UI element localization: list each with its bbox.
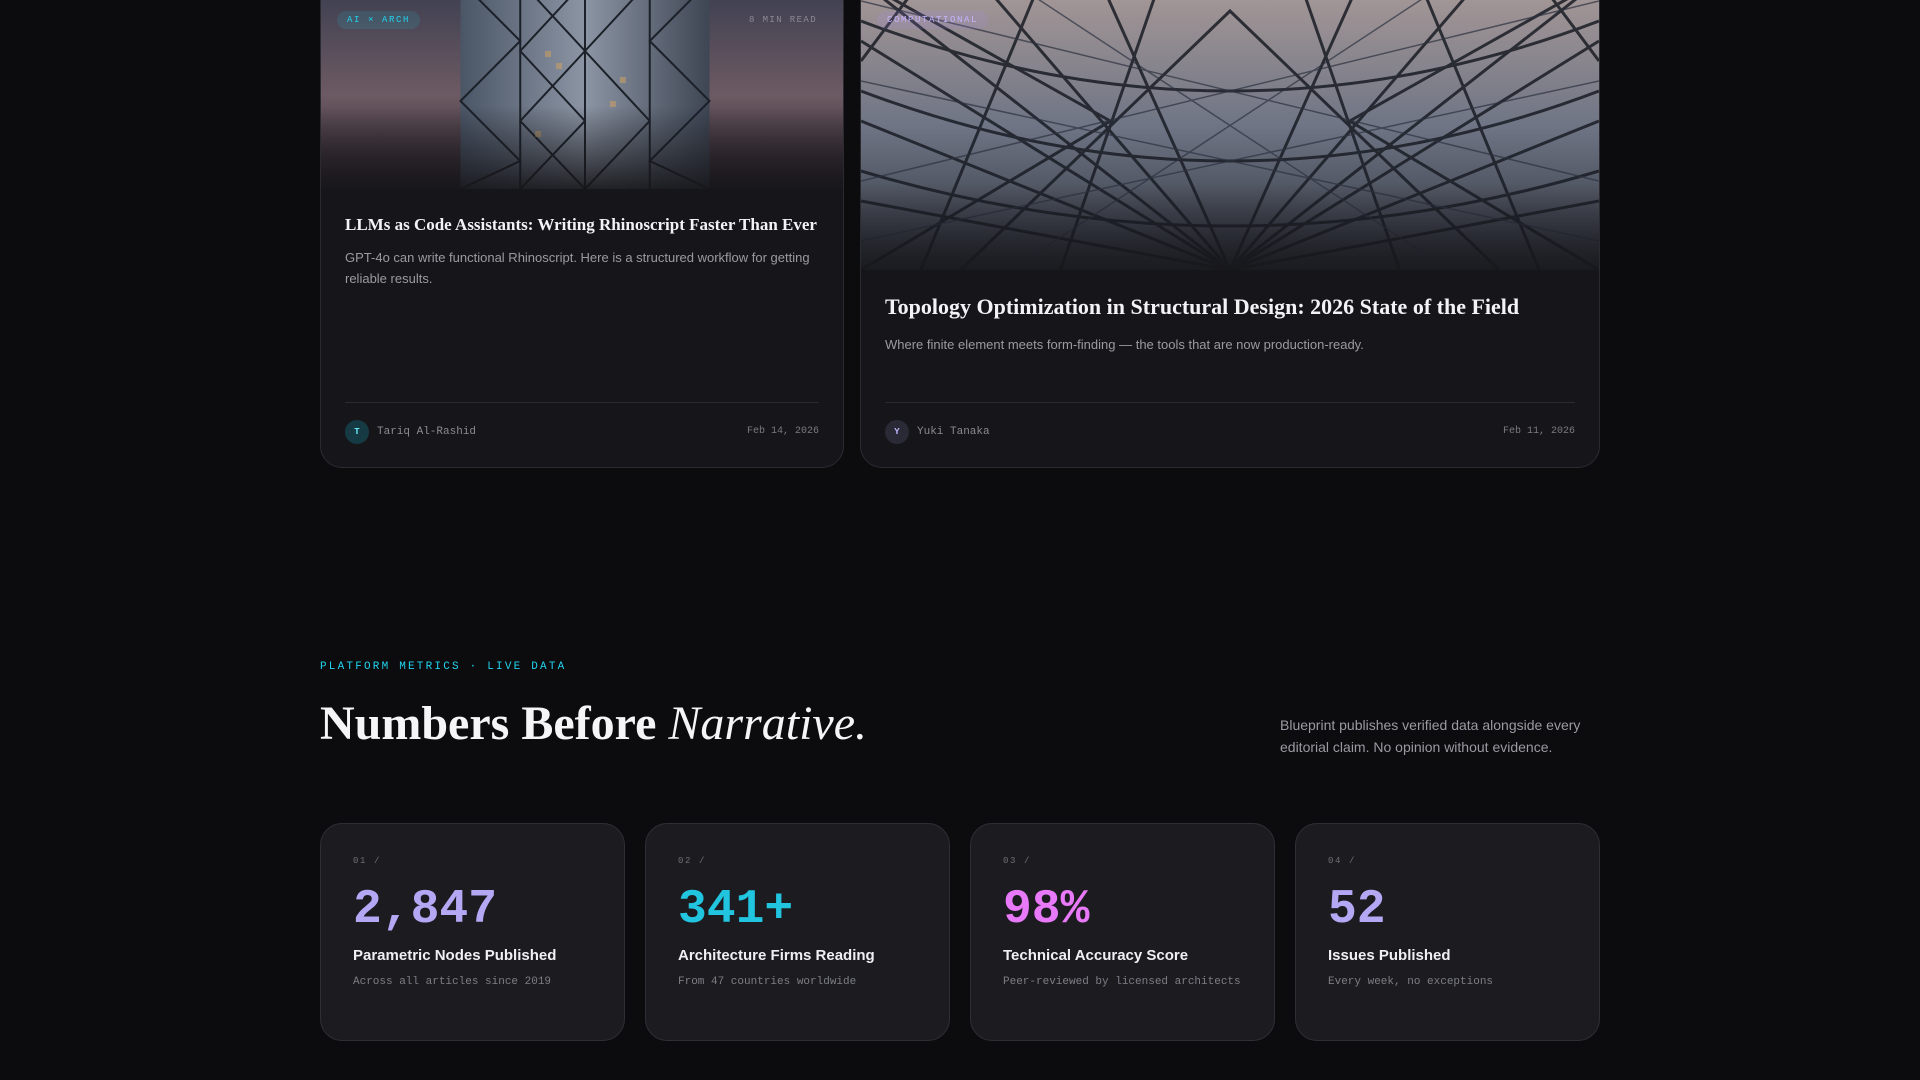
metric-card: 02 / 341+ Architecture Firms Reading Fro… xyxy=(645,823,950,1041)
section-description: Blueprint publishes verified data alongs… xyxy=(1280,717,1581,755)
author-info: T Tariq Al-Rashid xyxy=(345,420,476,444)
author-name: Yuki Tanaka xyxy=(917,426,990,438)
article-cards-row: AI × ARCH 8 MIN READ LLMs as Code Assist… xyxy=(320,0,1600,468)
article-description: Where finite element meets form-finding … xyxy=(885,337,1364,352)
metric-subtext: Every week, no exceptions xyxy=(1328,976,1494,988)
metric-label: Technical Accuracy Score xyxy=(1003,947,1189,964)
metric-card: 01 / 2,847 Parametric Nodes Published Ac… xyxy=(320,823,625,1041)
author-info: Y Yuki Tanaka xyxy=(885,420,990,444)
metric-label: Architecture Firms Reading xyxy=(678,947,875,964)
article-description: GPT-4o can write functional Rhinoscript.… xyxy=(345,250,810,286)
publish-date: Feb 11, 2026 xyxy=(1502,426,1575,437)
section-title-plain: Numbers Before xyxy=(320,697,669,750)
metric-index: 03 / xyxy=(1003,856,1032,866)
section-title: Numbers Before Narrative. xyxy=(320,696,867,751)
category-tag[interactable]: AI × ARCH xyxy=(337,11,421,29)
category-tag[interactable]: COMPUTATIONAL xyxy=(877,11,989,29)
read-time: 8 MIN READ xyxy=(748,15,817,25)
card-divider xyxy=(885,402,1575,403)
metric-index: 04 / xyxy=(1328,856,1357,866)
article-card[interactable]: COMPUTATIONAL Topology Optimization in S… xyxy=(860,0,1600,468)
card-divider xyxy=(345,402,819,403)
avatar: T xyxy=(345,420,369,444)
section-title-italic: Narrative. xyxy=(668,697,868,750)
metric-index: 02 / xyxy=(678,856,707,866)
article-title[interactable]: LLMs as Code Assistants: Writing Rhinosc… xyxy=(345,215,825,235)
metric-label: Parametric Nodes Published xyxy=(353,947,557,964)
metric-card: 04 / 52 Issues Published Every week, no … xyxy=(1295,823,1600,1041)
metric-value: 98% xyxy=(1003,883,1090,937)
article-image-steel-lattice xyxy=(861,0,1599,270)
metric-value: 2,847 xyxy=(353,883,498,937)
metric-subtext: Across all articles since 2019 xyxy=(353,976,552,988)
section-eyebrow: PLATFORM METRICS · LIVE DATA xyxy=(320,661,567,673)
metric-card: 03 / 98% Technical Accuracy Score Peer-r… xyxy=(970,823,1275,1041)
article-title[interactable]: Topology Optimization in Structural Desi… xyxy=(885,294,1575,320)
metric-value: 341+ xyxy=(678,883,794,937)
author-name: Tariq Al-Rashid xyxy=(377,426,477,438)
metric-subtext: From 47 countries worldwide xyxy=(678,976,857,988)
publish-date: Feb 14, 2026 xyxy=(746,426,819,437)
avatar: Y xyxy=(885,420,909,444)
metric-label: Issues Published xyxy=(1328,947,1451,964)
metric-index: 01 / xyxy=(353,856,382,866)
article-card[interactable]: AI × ARCH 8 MIN READ LLMs as Code Assist… xyxy=(320,0,844,468)
metric-subtext: Peer-reviewed by licensed architects xyxy=(1003,976,1241,988)
metric-value: 52 xyxy=(1328,883,1386,937)
